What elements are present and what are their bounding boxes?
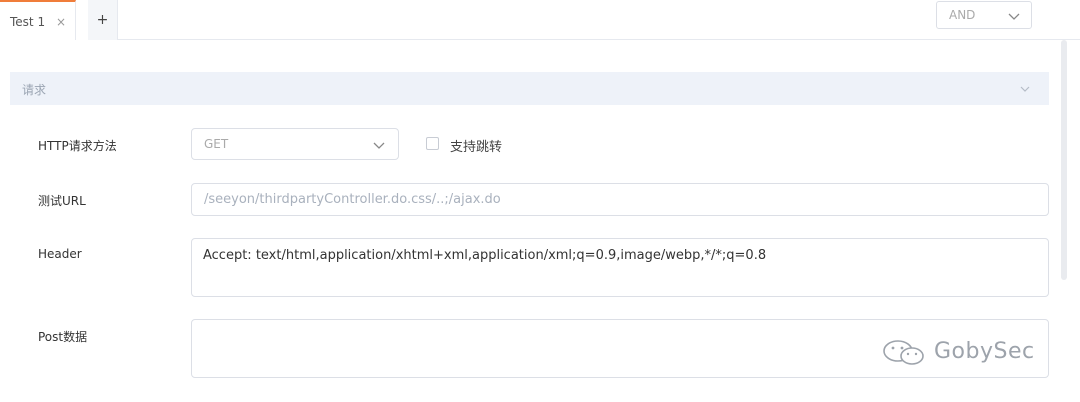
header-value: Accept: text/html,application/xhtml+xml,… [203, 248, 767, 263]
section-title: 请求 [22, 83, 47, 97]
logic-operator-select[interactable]: AND [936, 1, 1032, 29]
watermark-text: GobySec [934, 339, 1035, 364]
chevron-down-icon [1008, 13, 1020, 20]
header-textarea[interactable]: Accept: text/html,application/xhtml+xml,… [191, 238, 1049, 297]
follow-redirect-label: 支持跳转 [450, 140, 503, 155]
logic-operator-value: AND [949, 8, 976, 22]
method-label: HTTP请求方法 [38, 139, 117, 153]
header-label: Header [38, 247, 82, 261]
tab-bar: Test 1 × + AND [0, 0, 1080, 40]
scrollbar[interactable] [1061, 40, 1067, 280]
tab-bar-divider [118, 39, 1080, 40]
http-method-select[interactable]: GET [191, 128, 399, 160]
watermark: GobySec [880, 336, 1050, 370]
tab-label: Test 1 [10, 15, 46, 29]
post-data-label: Post数据 [38, 330, 88, 344]
http-method-value: GET [204, 137, 229, 151]
add-tab-button[interactable]: + [88, 0, 118, 40]
test-url-value: /seeyon/thirdpartyController.do.css/..;/… [204, 192, 501, 207]
tab-test-1[interactable]: Test 1 × [0, 0, 76, 40]
wechat-icon [883, 340, 924, 365]
close-icon[interactable]: × [56, 15, 66, 29]
chevron-down-icon [1020, 86, 1030, 92]
chevron-down-icon [373, 142, 385, 149]
url-label: 测试URL [38, 194, 86, 208]
follow-redirect-checkbox[interactable] [426, 137, 439, 150]
test-url-input[interactable]: /seeyon/thirdpartyController.do.css/..;/… [191, 183, 1049, 216]
request-section-header[interactable]: 请求 [10, 72, 1049, 105]
